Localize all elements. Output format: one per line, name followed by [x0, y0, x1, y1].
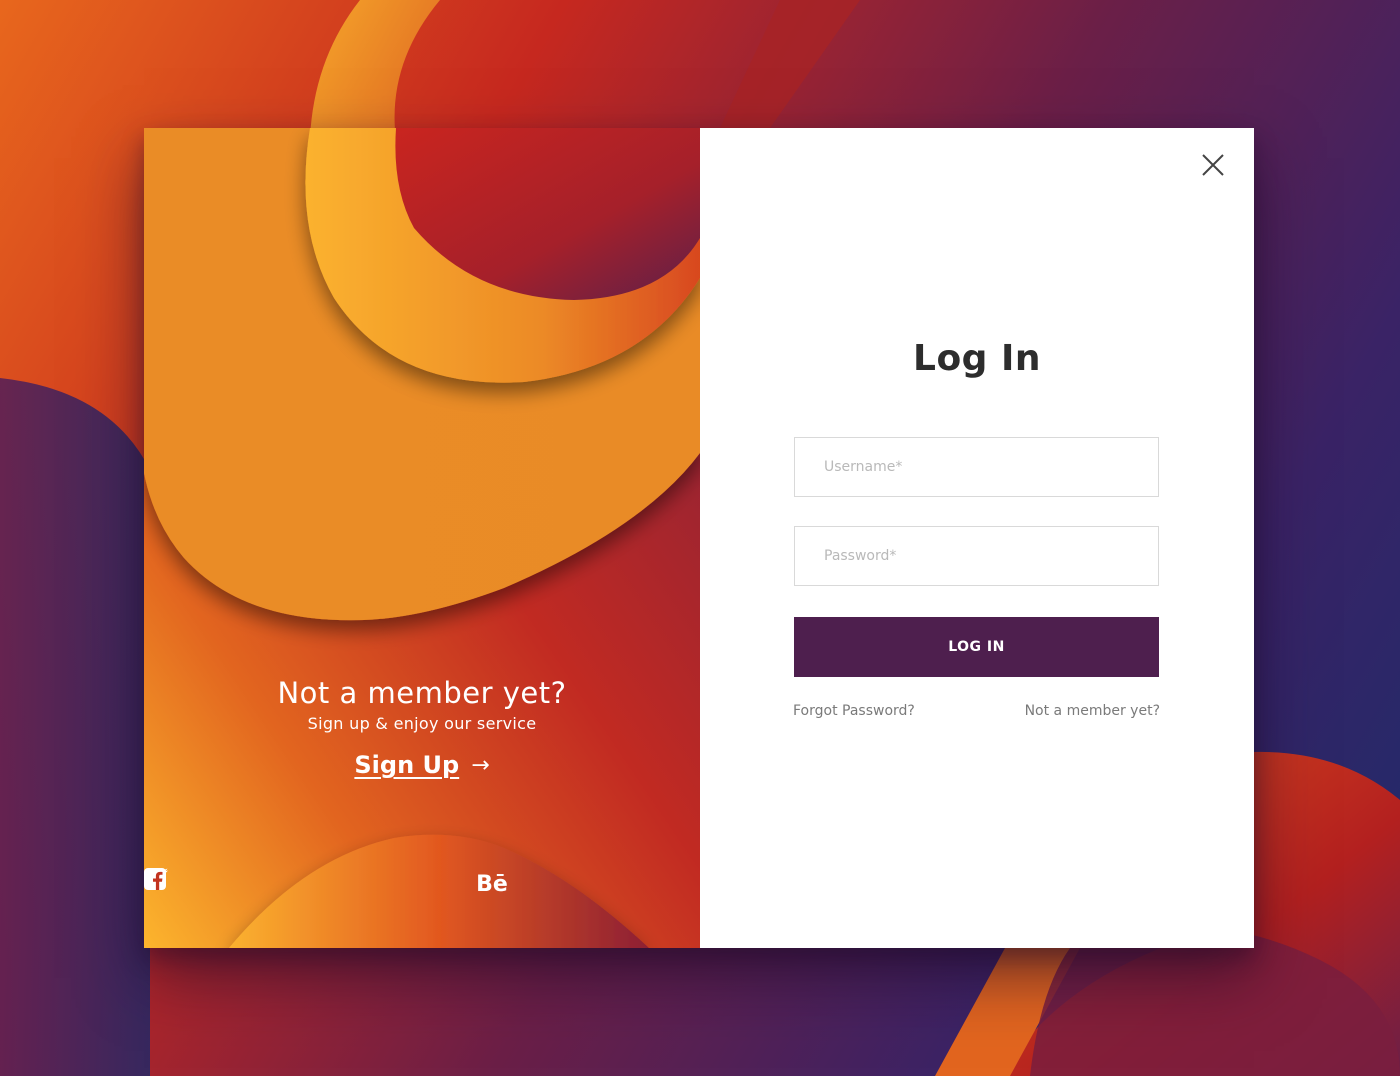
promo-panel: Not a member yet? Sign up & enjoy our se…	[144, 128, 700, 948]
close-icon	[1202, 154, 1224, 176]
close-button[interactable]	[1200, 152, 1226, 178]
login-modal: Not a member yet? Sign up & enjoy our se…	[144, 128, 1254, 948]
login-button[interactable]: LOG IN	[794, 617, 1159, 677]
login-panel: Log In LOG IN Forgot Password? Not a mem…	[700, 128, 1254, 948]
signup-link[interactable]: Sign Up →	[354, 751, 489, 779]
username-input[interactable]	[794, 437, 1159, 497]
password-input[interactable]	[794, 526, 1159, 586]
facebook-icon	[144, 868, 166, 890]
behance-icon: Bē	[476, 871, 508, 897]
promo-subtitle: Sign up & enjoy our service	[307, 714, 537, 733]
twitter-link[interactable]	[144, 868, 368, 900]
signup-label: Sign Up	[354, 751, 460, 779]
promo-block: Not a member yet? Sign up & enjoy our se…	[144, 673, 700, 779]
behance-link[interactable]: Bē	[476, 868, 508, 900]
promo-art	[144, 128, 700, 948]
forgot-password-link[interactable]: Forgot Password?	[793, 703, 915, 719]
login-title: Log In	[913, 338, 1041, 379]
arrow-right-icon: →	[471, 752, 490, 778]
facebook-link[interactable]	[144, 868, 438, 900]
social-links: Bē	[144, 868, 700, 900]
promo-title: Not a member yet?	[277, 676, 567, 710]
not-member-link[interactable]: Not a member yet?	[1025, 703, 1160, 719]
